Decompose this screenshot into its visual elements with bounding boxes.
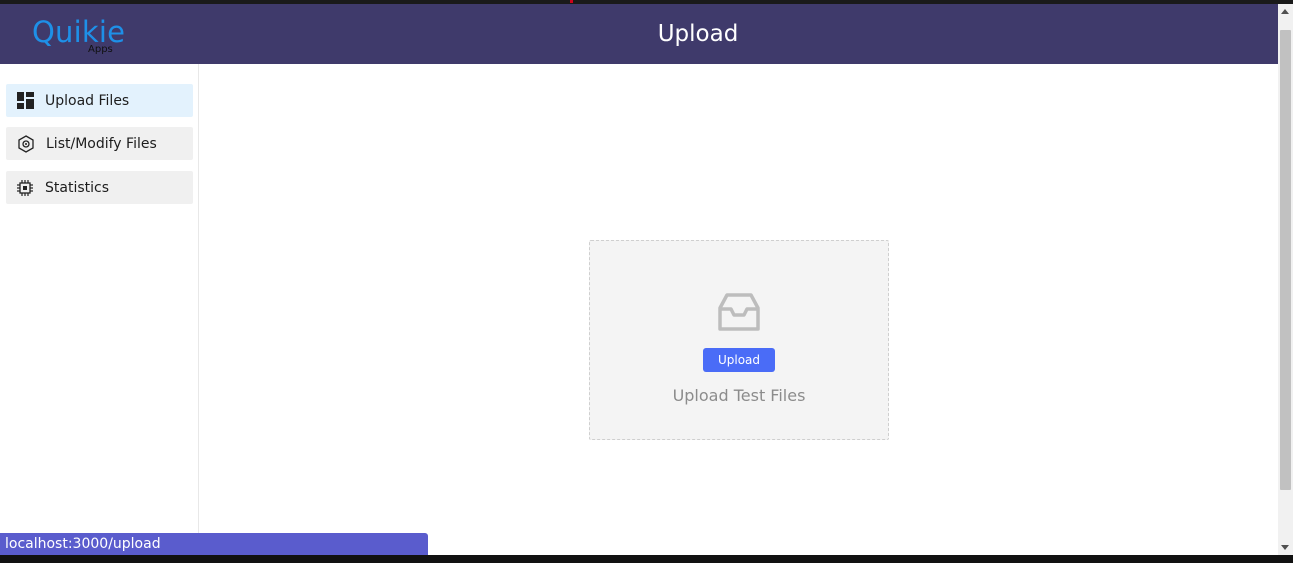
sidebar-item-list-modify-files[interactable]: List/Modify Files	[6, 127, 193, 160]
sidebar-item-label: List/Modify Files	[46, 135, 157, 152]
scroll-thumb[interactable]	[1280, 30, 1291, 490]
sidebar-item-label: Upload Files	[45, 92, 130, 109]
app-header: Quikie Apps Upload	[0, 4, 1278, 64]
dropzone-hint: Upload Test Files	[672, 386, 806, 405]
sidebar-item-upload-files[interactable]: Upload Files	[6, 84, 193, 117]
sidebar-item-statistics[interactable]: Statistics	[6, 171, 193, 204]
chip-icon	[16, 179, 34, 197]
dashboard-icon	[16, 92, 34, 110]
hexagon-gear-icon	[17, 134, 35, 153]
sidebar: Upload Files List/Modify Files Statistic…	[0, 64, 199, 534]
sidebar-item-label: Statistics	[45, 179, 109, 196]
page-title: Upload	[657, 21, 739, 47]
indicator-dot	[570, 0, 573, 3]
upload-button[interactable]: Upload	[703, 348, 775, 372]
vertical-scrollbar[interactable]	[1278, 4, 1293, 555]
inbox-icon	[718, 291, 760, 333]
status-url-bar: localhost:3000/upload	[0, 533, 428, 555]
browser-bottom-strip	[0, 555, 1293, 563]
main-content: Upload Upload Test Files	[200, 64, 1278, 534]
scroll-up-icon[interactable]	[1281, 9, 1289, 14]
scroll-down-icon[interactable]	[1281, 545, 1289, 550]
upload-dropzone[interactable]: Upload Upload Test Files	[589, 240, 889, 440]
